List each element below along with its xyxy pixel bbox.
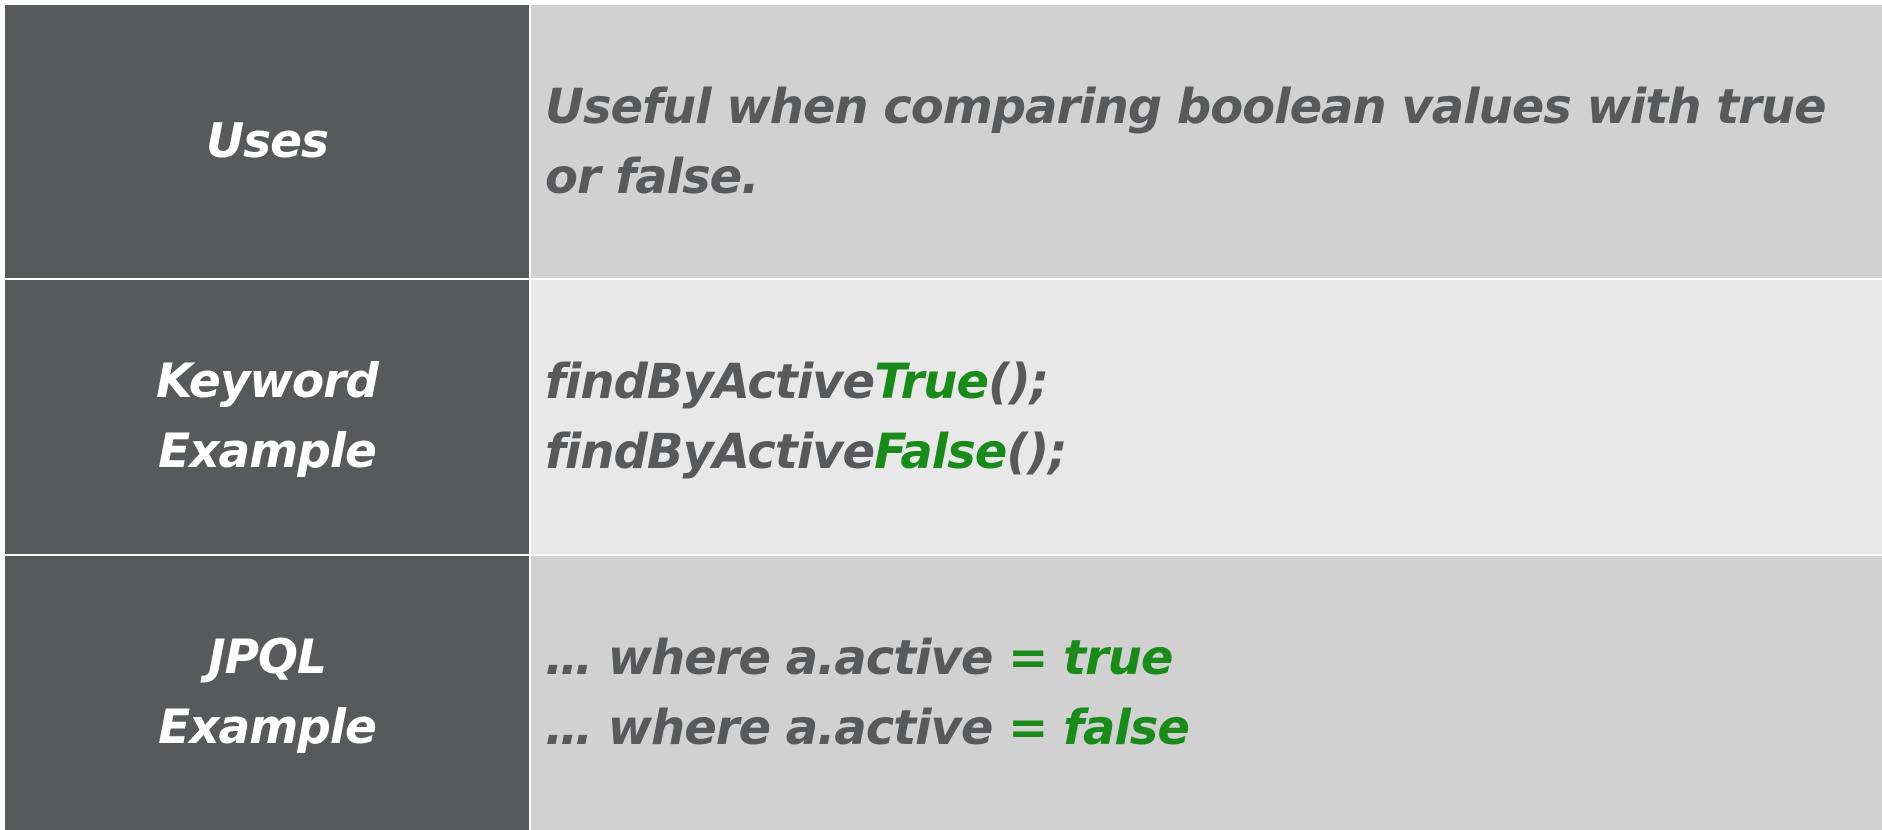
jpql-line1-accent: = true xyxy=(992,630,1173,686)
keyword-line2-prefix: findByActive xyxy=(545,424,875,480)
keyword-line1-prefix: findByActive xyxy=(545,354,875,410)
keyword-label-line2: Example xyxy=(158,424,377,479)
keyword-example-value-cell: findByActiveTrue(); findByActiveFalse(); xyxy=(531,280,1882,554)
jpql-example-label-cell: JPQL Example xyxy=(5,556,529,830)
keyword-example-line-false: findByActiveFalse(); xyxy=(545,417,1882,487)
keyword-example-line-true: findByActiveTrue(); xyxy=(545,347,1882,417)
jpql-label-line1: JPQL xyxy=(208,630,327,685)
keyword-line2-accent: False xyxy=(874,424,1007,480)
jpql-line1-prefix: … where a.active xyxy=(545,630,993,686)
jpql-example-line-true: … where a.active = true xyxy=(545,623,1882,693)
jpql-example-line-false: … where a.active = false xyxy=(545,693,1882,763)
keyword-example-label-cell: Keyword Example xyxy=(5,280,529,554)
keyword-line1-accent: True xyxy=(874,354,989,410)
keyword-line1-suffix: (); xyxy=(987,354,1049,410)
jpql-example-label: JPQL Example xyxy=(158,623,377,763)
jpql-example-value-cell: … where a.active = true … where a.active… xyxy=(531,556,1882,830)
keyword-example-label: Keyword Example xyxy=(156,347,379,487)
keyword-reference-table: Uses Useful when comparing boolean value… xyxy=(5,5,1882,830)
jpql-line2-accent: = false xyxy=(992,700,1190,756)
jpql-line2-prefix: … where a.active xyxy=(545,700,993,756)
uses-label-cell: Uses xyxy=(5,5,529,278)
keyword-line2-suffix: (); xyxy=(1006,424,1067,480)
keyword-label-line1: Keyword xyxy=(156,354,379,409)
jpql-label-line2: Example xyxy=(158,700,377,755)
uses-value-cell: Useful when comparing boolean values wit… xyxy=(531,5,1882,278)
uses-label: Uses xyxy=(206,113,329,169)
uses-description: Useful when comparing boolean values wit… xyxy=(545,78,1827,205)
